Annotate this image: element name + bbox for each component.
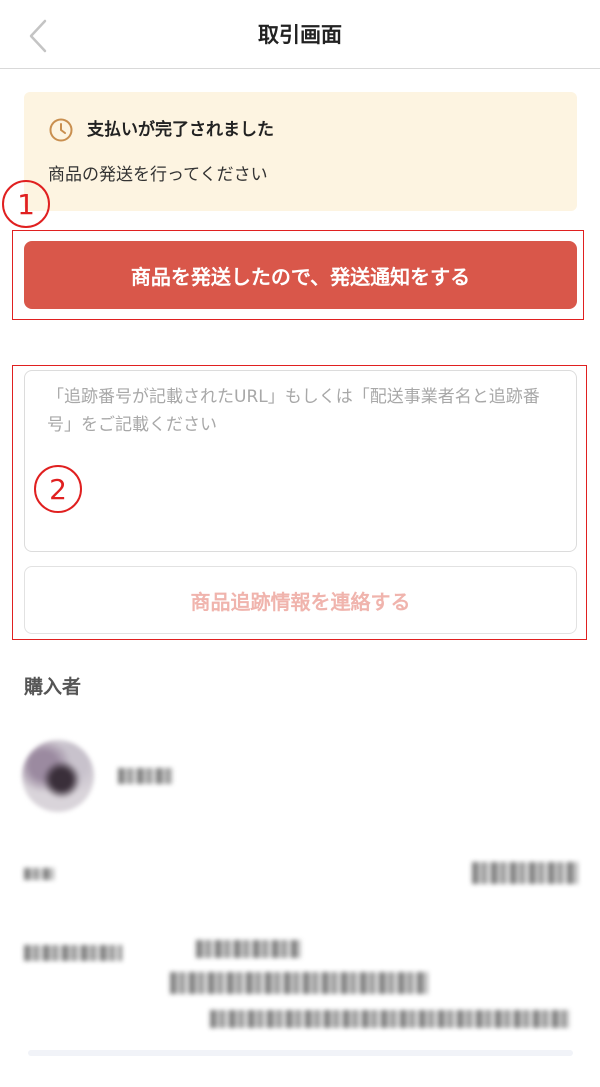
transaction-page: 取引画面 支払いが完了されました 商品の発送を行ってください 1 商品を発送した…: [0, 0, 600, 1087]
annotation-number-1: 1: [17, 187, 35, 221]
annotation-marker-2: 2: [34, 465, 82, 513]
ship-notify-button[interactable]: 商品を発送したので、発送通知をする: [24, 241, 577, 309]
header: 取引画面: [0, 0, 600, 69]
info-value-redacted: [472, 862, 578, 884]
address-line1-redacted: [196, 940, 301, 958]
address-line3-redacted: [210, 1010, 570, 1028]
annotation-marker-1: 1: [2, 180, 50, 228]
section-divider: [28, 1050, 573, 1056]
payment-complete-notice: 支払いが完了されました 商品の発送を行ってください: [24, 92, 577, 211]
notice-message: 商品の発送を行ってください: [48, 165, 268, 185]
tracking-info-input[interactable]: [24, 370, 577, 552]
address-line2-redacted: [170, 972, 428, 994]
info-label-redacted: [24, 868, 54, 880]
buyer-name-redacted[interactable]: [118, 768, 173, 784]
address-label-redacted: [24, 945, 122, 961]
buyer-avatar[interactable]: [22, 740, 94, 812]
notice-title: 支払いが完了されました: [87, 120, 274, 140]
clock-icon: [49, 118, 73, 142]
page-title: 取引画面: [258, 23, 342, 47]
annotation-number-2: 2: [49, 472, 67, 506]
send-tracking-button[interactable]: 商品追跡情報を連絡する: [24, 566, 577, 634]
buyer-section-title: 購入者: [24, 676, 82, 698]
